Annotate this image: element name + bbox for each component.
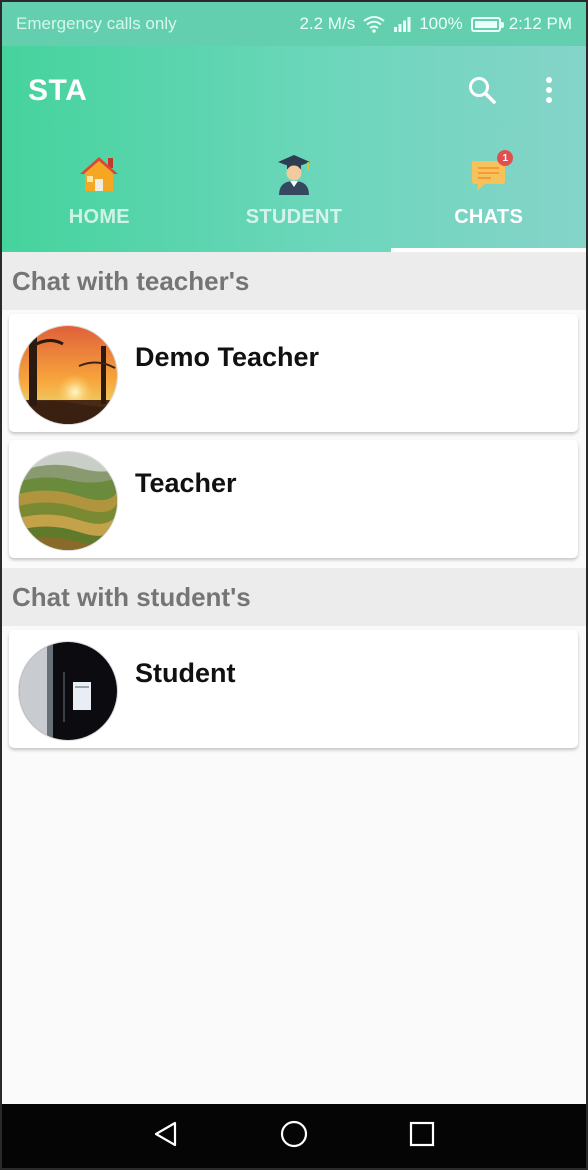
chat-list: Chat with teacher's Demo Teacher Teacher… [2, 252, 586, 1104]
chat-item-student[interactable]: Student [9, 630, 578, 748]
search-icon [467, 75, 497, 110]
system-nav-bar [2, 1104, 586, 1168]
wifi-icon [363, 15, 385, 33]
more-options-button[interactable] [529, 72, 569, 112]
clock: 2:12 PM [508, 14, 572, 33]
back-icon [153, 1120, 179, 1153]
chat-badge: 1 [497, 150, 514, 166]
tab-home-label: HOME [68, 206, 130, 228]
status-bar: Emergency calls only 2.2 M/s 100% 2:12 P… [2, 2, 586, 46]
tab-chats[interactable]: 1 CHATS [391, 146, 586, 252]
status-indicators: 2.2 M/s 100% 2:12 PM [299, 14, 572, 34]
graduate-icon [276, 152, 312, 196]
contact-name: Student [135, 658, 236, 688]
avatar [19, 452, 117, 550]
tab-student-label: STUDENT [245, 206, 343, 228]
tab-bar: HOME STUDENT 1 CHATS [2, 146, 586, 252]
contact-name: Teacher [135, 468, 237, 498]
tab-chats-label: CHATS [454, 206, 524, 228]
nav-back-button[interactable] [146, 1116, 186, 1156]
nav-home-button[interactable] [274, 1116, 314, 1156]
more-vert-icon [544, 75, 554, 110]
chat-item-demo-teacher[interactable]: Demo Teacher [9, 314, 578, 432]
carrier-text: Emergency calls only [16, 14, 177, 33]
phone-screen: Emergency calls only 2.2 M/s 100% 2:12 P… [0, 0, 588, 1170]
battery-percent: 100% [419, 14, 463, 33]
nav-recents-button[interactable] [402, 1116, 442, 1156]
recents-icon [408, 1120, 436, 1153]
network-speed: 2.2 M/s [299, 14, 356, 33]
app-title: STA [28, 74, 88, 107]
avatar [19, 326, 117, 424]
tab-student[interactable]: STUDENT [197, 146, 392, 252]
signal-icon [393, 16, 411, 32]
home-icon [79, 152, 119, 196]
tab-home[interactable]: HOME [2, 146, 197, 252]
battery-icon [470, 16, 504, 32]
app-bar: STA HOME STUDENT 1 CHATS [2, 46, 586, 252]
section-header-teachers: Chat with teacher's [2, 252, 586, 310]
section-header-students: Chat with student's [2, 568, 586, 626]
contact-name: Demo Teacher [135, 342, 320, 372]
home-circle-icon [279, 1119, 309, 1154]
avatar [19, 642, 117, 740]
search-button[interactable] [462, 72, 502, 112]
chat-item-teacher[interactable]: Teacher [9, 440, 578, 558]
